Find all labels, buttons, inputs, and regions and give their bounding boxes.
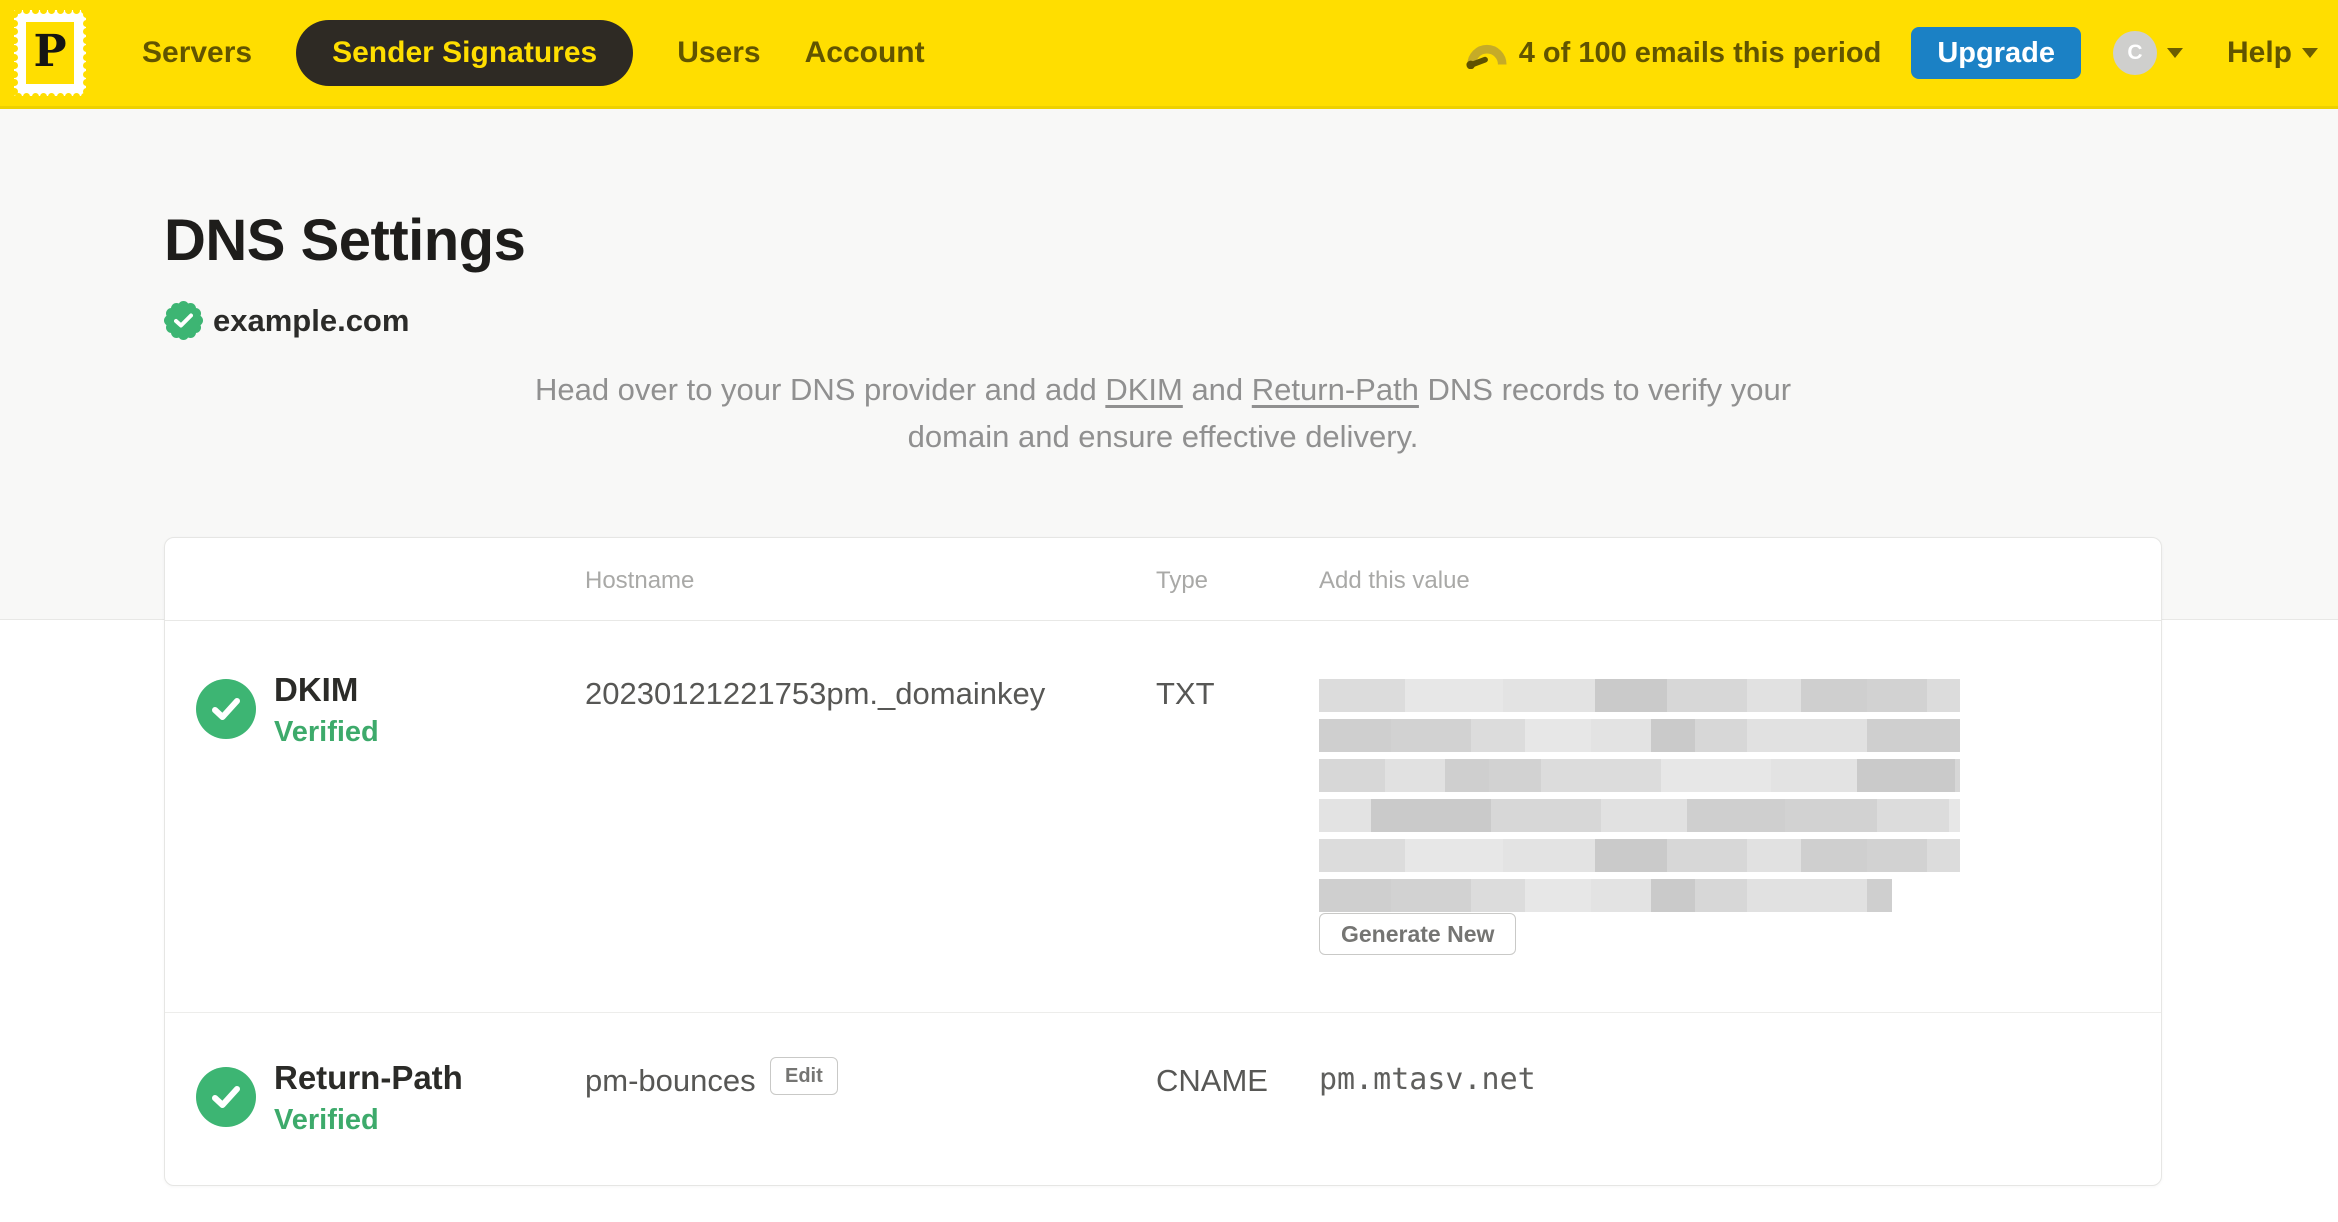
help-menu[interactable]: Help bbox=[2227, 36, 2292, 70]
record-value: pm.mtasv.net bbox=[1319, 1062, 1536, 1097]
intro-seg2: and bbox=[1182, 372, 1252, 407]
nav-item-servers[interactable]: Servers bbox=[142, 36, 252, 70]
dns-records-card: Hostname Type Add this value DKIM Verifi… bbox=[164, 537, 2162, 1186]
avatar[interactable]: C bbox=[2112, 31, 2157, 75]
avatar-initial: C bbox=[2127, 41, 2143, 64]
postmark-logo-letter: P bbox=[33, 26, 67, 77]
dkim-link[interactable]: DKIM bbox=[1105, 372, 1183, 407]
column-header-value: Add this value bbox=[1319, 567, 1470, 594]
upgrade-button[interactable]: Upgrade bbox=[1911, 27, 2081, 79]
table-header-row: Hostname Type Add this value bbox=[165, 538, 2161, 621]
verified-seal-icon bbox=[164, 301, 203, 340]
usage-text: 4 of 100 emails this period bbox=[1518, 36, 1882, 69]
dkim-verified-check-icon bbox=[196, 679, 256, 739]
record-status: Verified bbox=[274, 716, 379, 748]
intro-seg1: Head over to your DNS provider and add bbox=[534, 372, 1106, 407]
record-hostname: 20230121221753pm._domainkey bbox=[585, 676, 1046, 711]
usage-meter-link[interactable]: 4 of 100 emails this period bbox=[1465, 36, 1882, 70]
domain-name: example.com bbox=[213, 302, 410, 338]
avatar-chevron-down-icon[interactable] bbox=[2166, 48, 2183, 58]
record-hostname: pm-bounces bbox=[585, 1063, 756, 1098]
return-path-verified-check-icon bbox=[196, 1067, 256, 1127]
record-type: TXT bbox=[1156, 676, 1215, 711]
record-type: CNAME bbox=[1156, 1063, 1268, 1098]
row-divider bbox=[165, 1012, 2161, 1013]
navbar-left: P Servers Sender Signatures Users Accoun… bbox=[0, 0, 925, 106]
postmark-logo[interactable]: P bbox=[10, 6, 90, 100]
record-status: Verified bbox=[274, 1104, 379, 1136]
nav-item-account[interactable]: Account bbox=[805, 36, 925, 70]
postmark-logo-inner: P bbox=[26, 22, 74, 84]
intro-text: Head over to your DNS provider and add D… bbox=[164, 366, 2162, 460]
page-title: DNS Settings bbox=[164, 208, 526, 273]
generate-new-button[interactable]: Generate New bbox=[1319, 913, 1517, 955]
column-header-hostname: Hostname bbox=[585, 567, 695, 594]
nav-item-users[interactable]: Users bbox=[677, 36, 760, 70]
redacted-dkim-value bbox=[1319, 679, 1960, 919]
edit-return-path-button[interactable]: Edit bbox=[770, 1057, 838, 1095]
dns-settings-screen: P Servers Sender Signatures Users Accoun… bbox=[0, 0, 2338, 1222]
checkmark-icon bbox=[174, 313, 193, 328]
record-name: Return-Path bbox=[274, 1059, 463, 1096]
nav-item-sender-signatures[interactable]: Sender Signatures bbox=[296, 20, 634, 86]
record-name: DKIM bbox=[274, 671, 359, 708]
gauge-icon bbox=[1466, 44, 1507, 69]
help-chevron-down-icon[interactable] bbox=[2302, 48, 2318, 58]
return-path-link[interactable]: Return-Path bbox=[1252, 372, 1419, 407]
domain-row: example.com bbox=[164, 301, 409, 340]
column-header-type: Type bbox=[1156, 567, 1209, 594]
navbar-right: 4 of 100 emails this period Upgrade C He… bbox=[1465, 27, 2338, 79]
top-navbar: P Servers Sender Signatures Users Accoun… bbox=[0, 0, 2338, 109]
